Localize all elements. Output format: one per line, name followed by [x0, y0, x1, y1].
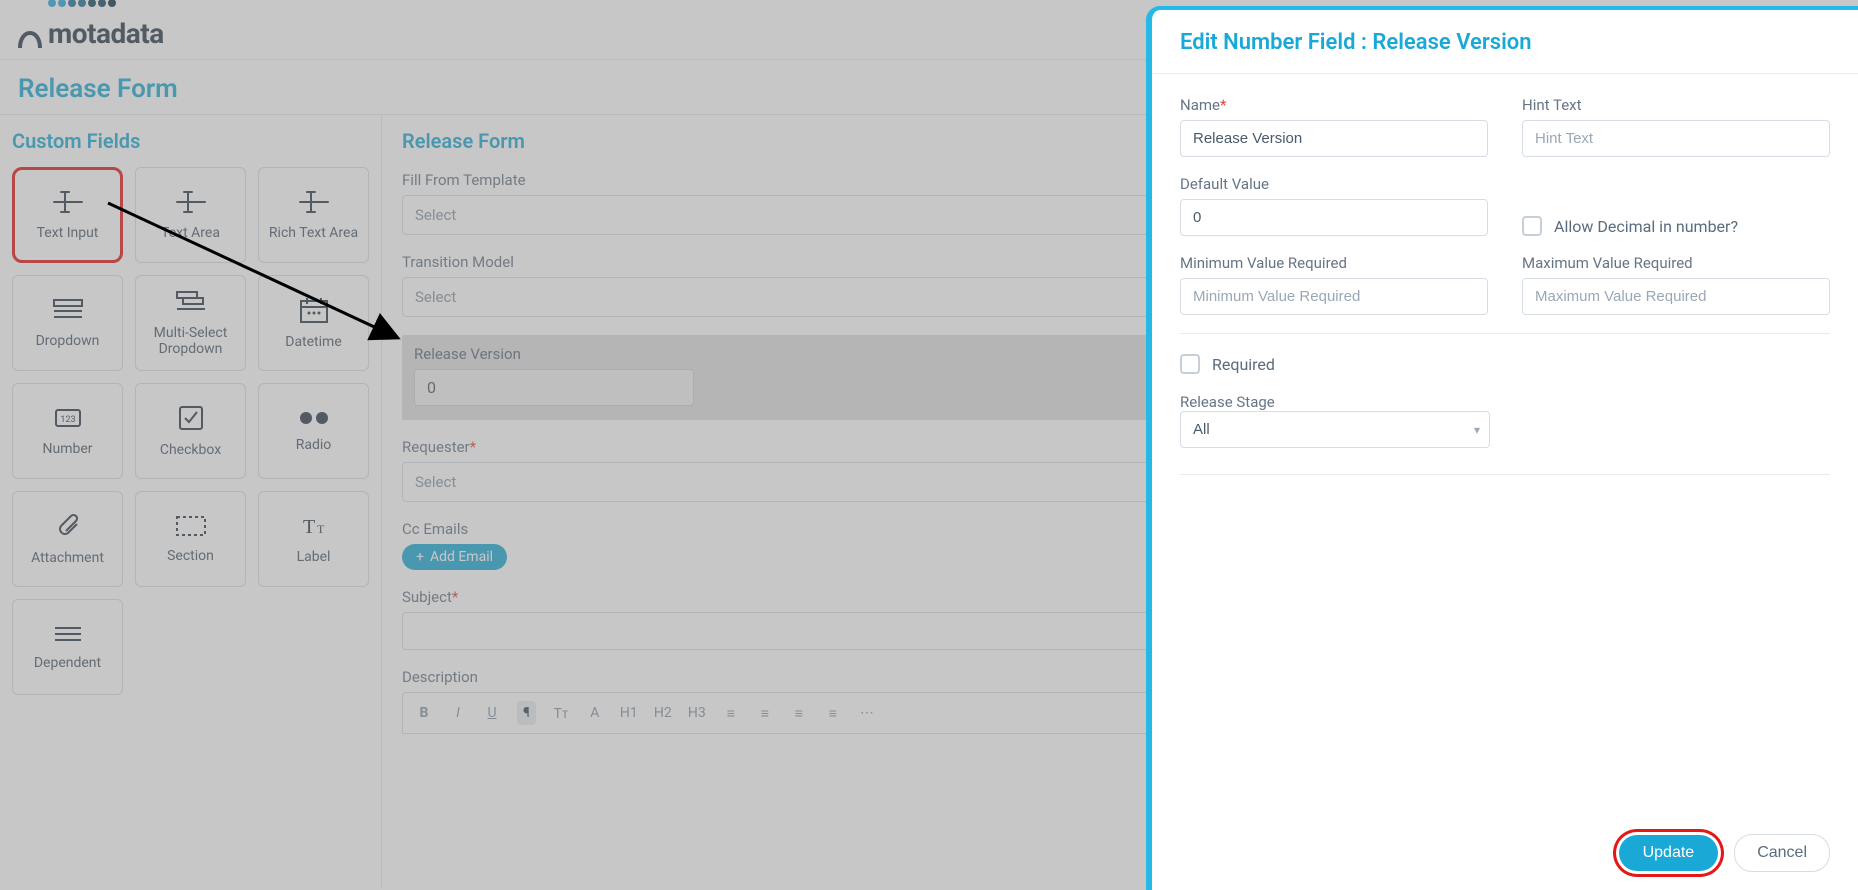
rte-align-justify-button[interactable]: ≡	[824, 705, 842, 722]
field-type-section[interactable]: Section	[135, 491, 246, 587]
field-type-text-input[interactable]: Text Input	[12, 167, 123, 263]
release-stage-select[interactable]	[1180, 411, 1490, 448]
field-type-attachment[interactable]: Attachment	[12, 491, 123, 587]
release-version-value: 0	[414, 369, 694, 406]
attachment-icon	[55, 512, 81, 540]
text-input-icon	[51, 189, 85, 215]
release-stage-label: Release Stage	[1180, 393, 1275, 411]
multiselect-icon	[174, 289, 208, 315]
field-type-text-area[interactable]: Text Area	[135, 167, 246, 263]
logo-mark-icon	[18, 10, 42, 50]
rte-paragraph-button[interactable]: ¶	[517, 701, 536, 725]
min-value-label: Minimum Value Required	[1180, 254, 1488, 272]
field-type-number[interactable]: 123 Number	[12, 383, 123, 479]
number-icon: 123	[51, 405, 85, 431]
section-icon	[174, 514, 208, 538]
radio-icon	[297, 409, 331, 427]
required-checkbox[interactable]	[1180, 354, 1200, 374]
rte-textsize-button[interactable]: Tᴛ	[552, 705, 570, 722]
field-type-datetime[interactable]: Datetime	[258, 275, 369, 371]
rte-bold-button[interactable]: B	[415, 705, 433, 721]
edit-field-modal: Edit Number Field : Release Version Name…	[1146, 6, 1858, 890]
field-type-multiselect[interactable]: Multi-Select Dropdown	[135, 275, 246, 371]
dropdown-icon	[51, 297, 85, 323]
rte-more-button[interactable]: ⋯	[858, 705, 876, 721]
checkbox-icon	[177, 404, 205, 432]
min-value-input[interactable]	[1180, 278, 1488, 315]
field-type-checkbox[interactable]: Checkbox	[135, 383, 246, 479]
svg-text:123: 123	[60, 415, 75, 425]
update-button[interactable]: Update	[1619, 835, 1719, 871]
rte-color-button[interactable]: A	[586, 705, 604, 721]
rte-h3-button[interactable]: H3	[688, 705, 706, 721]
hint-input[interactable]	[1522, 120, 1830, 157]
allow-decimal-checkbox[interactable]	[1522, 216, 1542, 236]
allow-decimal-label: Allow Decimal in number?	[1554, 217, 1738, 236]
logo-dots-icon	[48, 0, 164, 7]
required-label: Required	[1212, 355, 1275, 374]
max-value-label: Maximum Value Required	[1522, 254, 1830, 272]
rte-align-left-button[interactable]: ≡	[722, 705, 740, 722]
custom-fields-panel: Custom Fields Text Input Text Area Rich …	[0, 115, 382, 889]
field-type-dependent[interactable]: Dependent	[12, 599, 123, 695]
svg-text:T: T	[303, 516, 315, 538]
name-label: Name*	[1180, 96, 1488, 114]
text-area-icon	[174, 189, 208, 215]
rte-align-center-button[interactable]: ≡	[756, 705, 774, 722]
logo-text: motadata	[48, 17, 164, 50]
svg-text:T: T	[317, 522, 325, 536]
field-type-rich-text-area[interactable]: Rich Text Area	[258, 167, 369, 263]
datetime-icon	[299, 296, 329, 324]
rte-align-right-button[interactable]: ≡	[790, 705, 808, 722]
rte-h2-button[interactable]: H2	[654, 705, 672, 721]
rte-h1-button[interactable]: H1	[620, 705, 638, 721]
default-value-label: Default Value	[1180, 175, 1488, 193]
name-input[interactable]	[1180, 120, 1488, 157]
max-value-input[interactable]	[1522, 278, 1830, 315]
rte-underline-button[interactable]: U	[483, 705, 501, 721]
default-value-input[interactable]	[1180, 199, 1488, 236]
logo: motadata	[18, 9, 164, 50]
chevron-down-icon: ▾	[1474, 423, 1480, 437]
modal-title: Edit Number Field : Release Version	[1180, 30, 1830, 55]
plus-icon: +	[416, 549, 424, 565]
rich-text-icon	[297, 189, 331, 215]
cancel-button[interactable]: Cancel	[1734, 834, 1830, 872]
field-type-dropdown[interactable]: Dropdown	[12, 275, 123, 371]
dependent-icon	[51, 623, 85, 645]
add-email-button[interactable]: + Add Email	[402, 544, 507, 570]
custom-fields-heading: Custom Fields	[12, 129, 369, 153]
field-type-label[interactable]: TT Label	[258, 491, 369, 587]
hint-label: Hint Text	[1522, 96, 1830, 114]
rte-italic-button[interactable]: I	[449, 705, 467, 721]
field-type-radio[interactable]: Radio	[258, 383, 369, 479]
label-icon: TT	[297, 513, 331, 539]
